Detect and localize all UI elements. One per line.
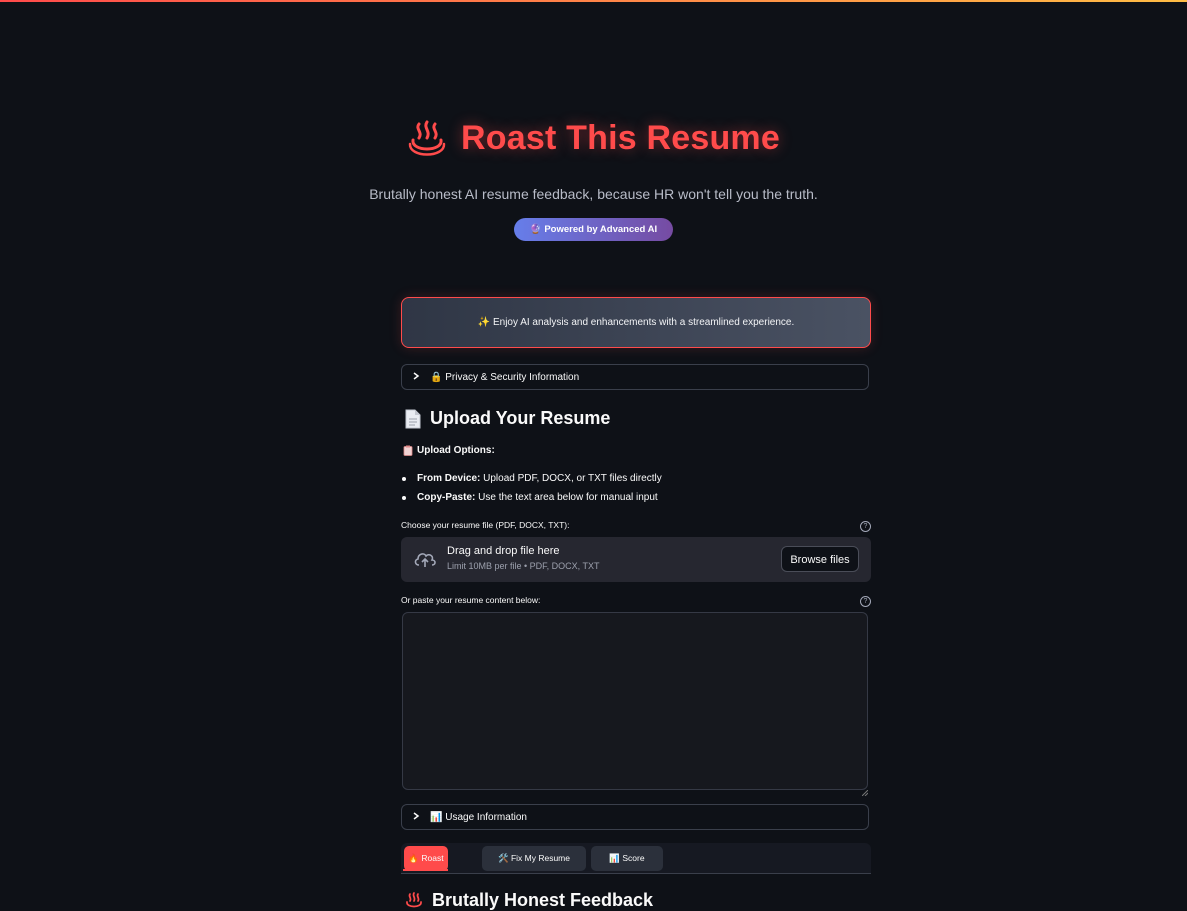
- upload-section-title-text: Upload Your Resume: [430, 408, 611, 428]
- dropzone-instructions: Drag and drop file here: [447, 545, 560, 557]
- paste-area-label: Or paste your resume content below:: [401, 595, 541, 605]
- bullet-bold: From Device:: [417, 473, 481, 484]
- tab-bar: 🔥 Roast 🛠️ Fix My Resume 📊 Score: [401, 843, 871, 874]
- feedback-section-title: Brutally Honest Feedback: [404, 890, 653, 911]
- bullet-text: Upload PDF, DOCX, or TXT files directly: [480, 473, 662, 484]
- tab-fix-my-resume[interactable]: 🛠️ Fix My Resume: [482, 846, 586, 871]
- powered-by-badge: 🔮 Powered by Advanced AI: [513, 218, 674, 241]
- page-title: Roast This Resume: [407, 118, 780, 158]
- hot-springs-icon: [406, 891, 422, 907]
- file-dropzone[interactable]: Drag and drop file here Limit 10MB per f…: [401, 537, 871, 582]
- page-subtitle: Brutally honest AI resume feedback, beca…: [369, 186, 818, 202]
- help-icon[interactable]: ?: [860, 596, 871, 607]
- browse-files-button[interactable]: Browse files: [781, 546, 859, 572]
- document-icon: [405, 409, 421, 428]
- chevron-right-icon: [412, 811, 424, 823]
- list-item: Copy-Paste: Use the text area below for …: [402, 492, 662, 511]
- privacy-expander-label: 🔒 Privacy & Security Information: [430, 371, 580, 383]
- upload-options-heading: Upload Options:: [403, 445, 495, 456]
- notice-text: ✨ Enjoy AI analysis and enhancements wit…: [477, 317, 795, 328]
- upload-options-heading-text: Upload Options:: [417, 445, 495, 456]
- chevron-right-icon: [412, 371, 424, 383]
- dropzone-limits: Limit 10MB per file • PDF, DOCX, TXT: [447, 561, 600, 571]
- help-icon[interactable]: ?: [860, 521, 871, 532]
- page-title-text: Roast This Resume: [461, 118, 780, 157]
- file-uploader-label: Choose your resume file (PDF, DOCX, TXT)…: [401, 520, 570, 530]
- hero-header: Roast This Resume: [0, 118, 1187, 163]
- badge-wrapper: 🔮 Powered by Advanced AI: [0, 218, 1187, 241]
- bullet-text: Use the text area below for manual input: [475, 492, 658, 503]
- upload-options-list: From Device: Upload PDF, DOCX, or TXT fi…: [402, 473, 662, 511]
- resize-handle[interactable]: [861, 783, 869, 797]
- info-notice: ✨ Enjoy AI analysis and enhancements wit…: [401, 297, 871, 348]
- usage-expander[interactable]: 📊 Usage Information: [401, 804, 869, 830]
- upload-section-title: Upload Your Resume: [404, 408, 610, 429]
- resume-text-area[interactable]: [402, 612, 868, 790]
- top-accent-line: [0, 0, 1187, 2]
- tab-roast[interactable]: 🔥 Roast: [404, 846, 448, 871]
- privacy-expander[interactable]: 🔒 Privacy & Security Information: [401, 364, 869, 390]
- usage-expander-label: 📊 Usage Information: [430, 811, 527, 823]
- tab-score[interactable]: 📊 Score: [591, 846, 663, 871]
- clipboard-icon: [403, 445, 413, 456]
- active-tab-indicator: [403, 869, 448, 871]
- bullet-bold: Copy-Paste:: [417, 492, 476, 503]
- cloud-upload-icon: [414, 553, 436, 567]
- list-item: From Device: Upload PDF, DOCX, or TXT fi…: [402, 473, 662, 492]
- feedback-section-title-text: Brutally Honest Feedback: [432, 890, 654, 910]
- hot-springs-icon: [408, 120, 446, 156]
